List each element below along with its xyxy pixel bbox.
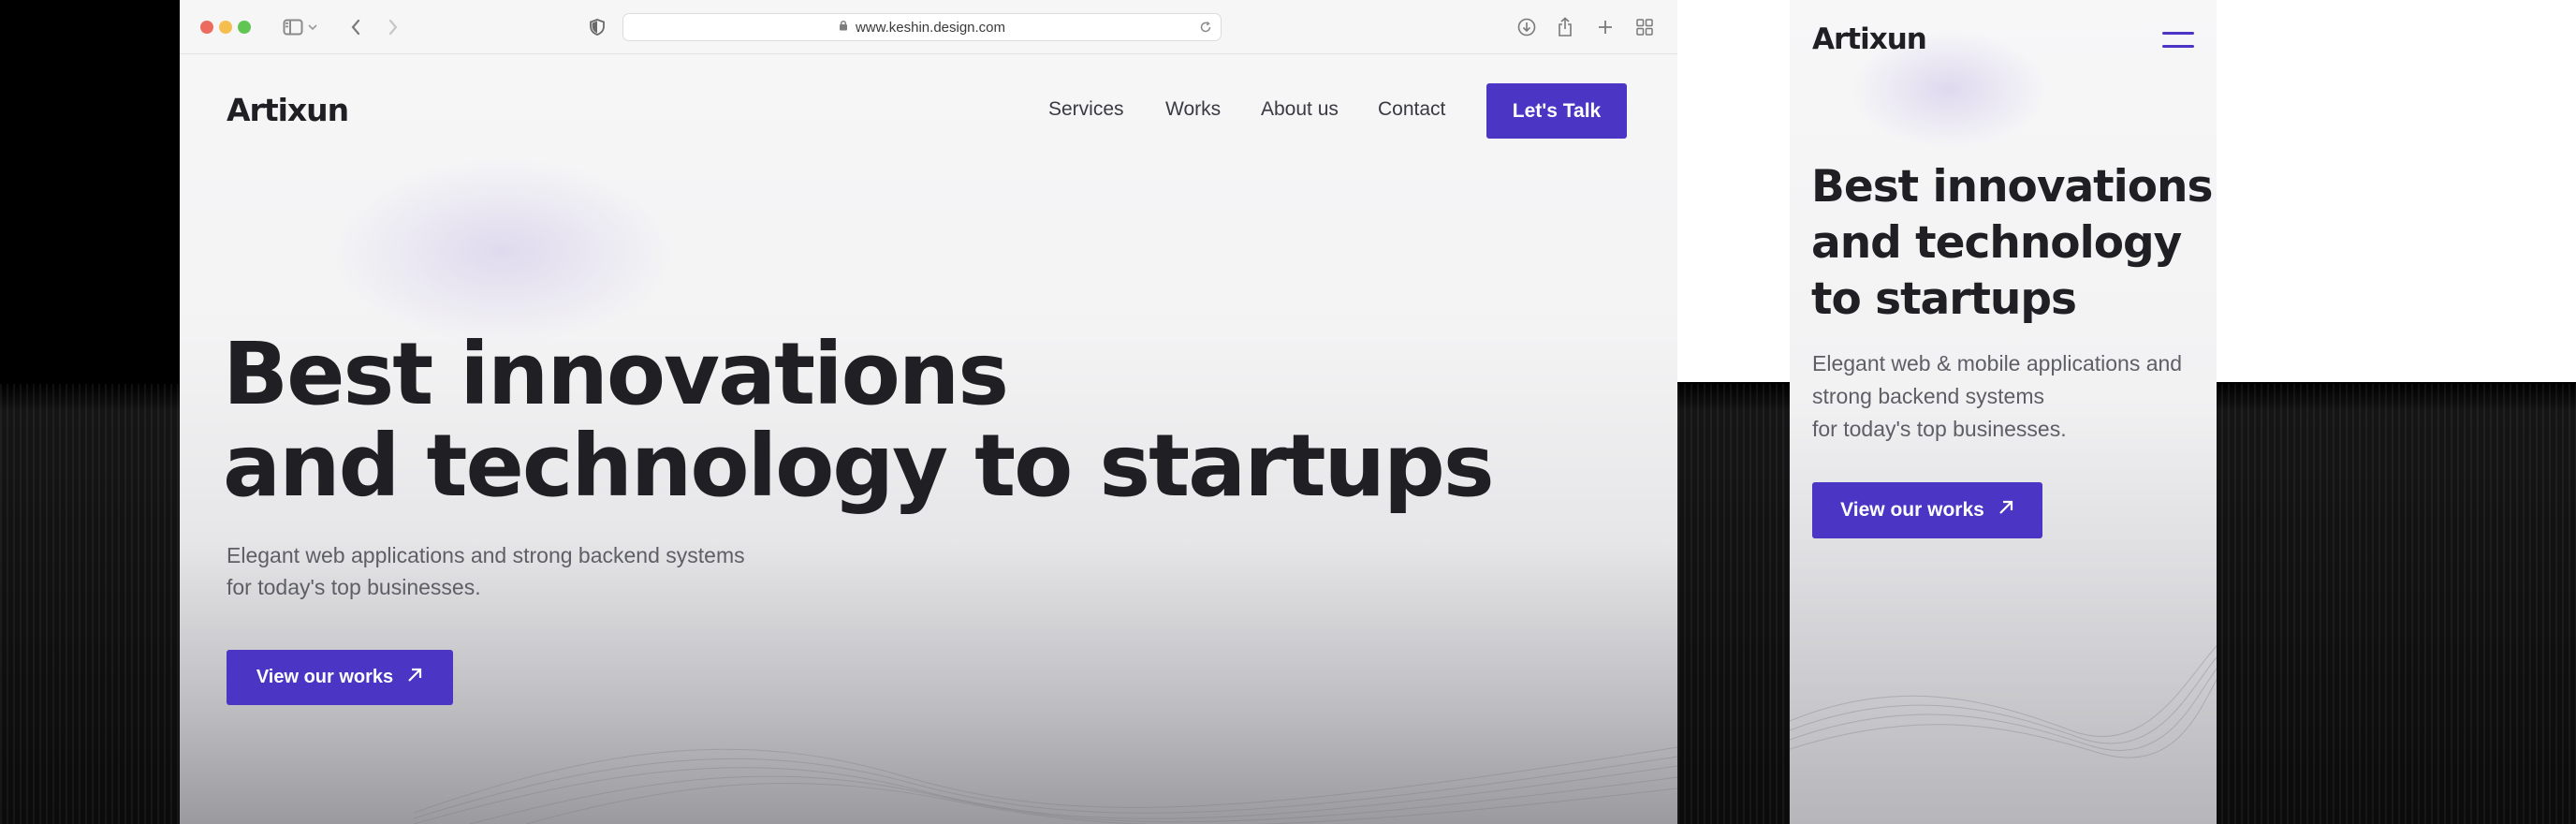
mobile-hero-title-line-3: to startups [1811, 273, 2077, 325]
download-icon[interactable] [1515, 15, 1539, 39]
close-window-button[interactable] [200, 21, 213, 34]
mobile-hero-title-line-1: Best innovations [1811, 161, 2213, 213]
decorative-wave-lines [414, 746, 1677, 824]
desktop-page: Artixun Services Works About us Contact … [180, 54, 1677, 824]
url-text: www.keshin.design.com [855, 19, 1006, 36]
site-logo[interactable]: Artixun [227, 92, 349, 128]
hero-title-line-1: Best innovations [223, 324, 1009, 424]
mobile-view-our-works-label: View our works [1840, 499, 1984, 521]
mobile-hero-subtitle-line-1: Elegant web & mobile applications and [1812, 351, 2183, 375]
mobile-site-logo[interactable]: Artixun [1812, 22, 1927, 56]
shield-icon[interactable] [585, 15, 609, 39]
mobile-page: Artixun Best innovations and technology … [1790, 0, 2217, 824]
plus-icon[interactable] [1593, 15, 1617, 39]
nav-link-about-us[interactable]: About us [1261, 98, 1339, 121]
forward-arrow-icon[interactable] [381, 15, 405, 39]
nav-link-services[interactable]: Services [1048, 98, 1124, 121]
minimize-window-button[interactable] [219, 21, 232, 34]
tabs-grid-icon[interactable] [1632, 15, 1657, 39]
hero-subtitle-line-1: Elegant web applications and strong back… [227, 543, 745, 567]
desktop-browser-window: www.keshin.design.com Artixun Services W… [180, 0, 1677, 824]
mobile-hero-subtitle-line-2: strong backend systems [1812, 384, 2045, 408]
lock-icon [839, 19, 848, 36]
lets-talk-button[interactable]: Let's Talk [1486, 83, 1627, 139]
mobile-hero-title-line-2: and technology [1811, 217, 2182, 269]
share-icon[interactable] [1553, 15, 1577, 39]
browser-toolbar: www.keshin.design.com [180, 0, 1677, 54]
zoom-window-button[interactable] [238, 21, 251, 34]
mobile-decorative-wave-lines [1790, 645, 2217, 758]
arrow-up-right-icon [406, 667, 423, 689]
nav-link-contact[interactable]: Contact [1378, 98, 1445, 121]
sidebar-icon[interactable] [281, 15, 305, 39]
hamburger-menu-icon[interactable] [2162, 30, 2194, 51]
nav-link-works[interactable]: Works [1165, 98, 1221, 121]
address-bar[interactable]: www.keshin.design.com [622, 13, 1222, 41]
mobile-view-our-works-button[interactable]: View our works [1812, 482, 2042, 538]
chevron-down-icon[interactable] [303, 15, 322, 39]
mobile-hero-subtitle-line-3: for today's top businesses. [1812, 417, 2067, 441]
hero-subtitle-line-2: for today's top businesses. [227, 575, 481, 599]
reload-icon[interactable] [1196, 18, 1215, 37]
arrow-up-right-icon [1998, 499, 2014, 522]
back-arrow-icon[interactable] [344, 15, 368, 39]
hero-title-line-2: and technology to startups [223, 416, 1495, 516]
view-our-works-label: View our works [256, 667, 394, 687]
